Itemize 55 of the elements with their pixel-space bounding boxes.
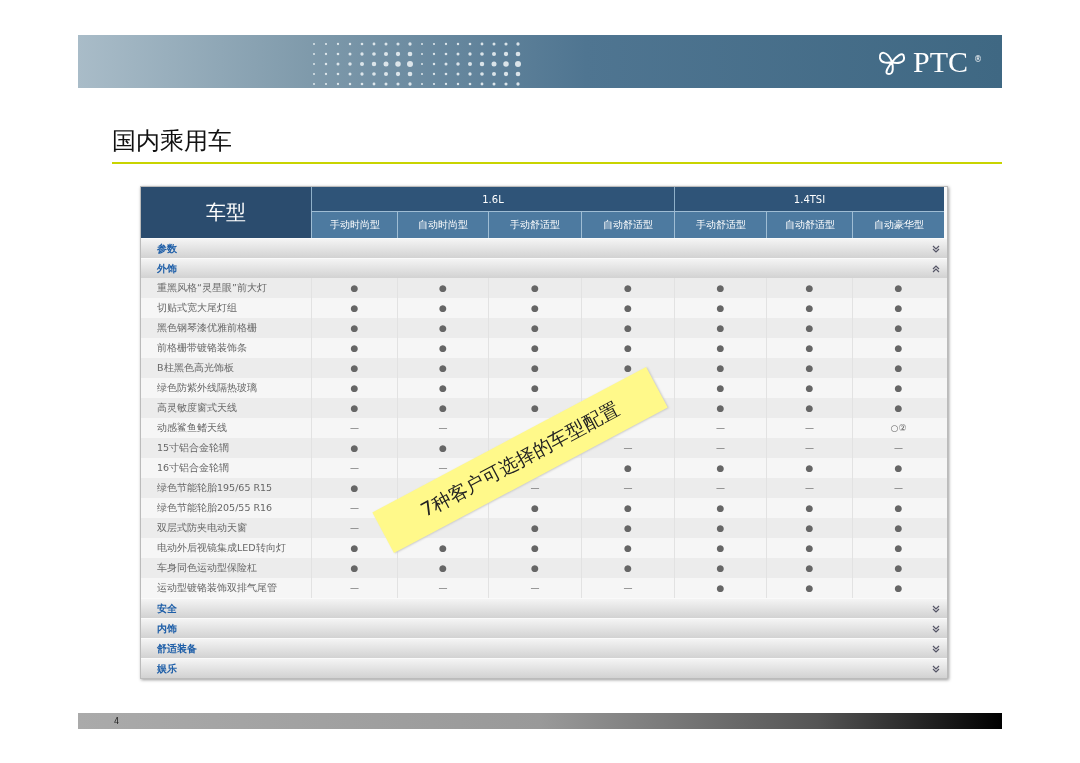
expand-icon[interactable] <box>931 643 941 654</box>
section-bar[interactable]: 安全 <box>141 599 947 618</box>
feature-label: 前格栅带镀铬装饰条 <box>156 340 248 355</box>
feature-label: B柱黑色高光饰板 <box>156 360 235 375</box>
section-title: 娱乐 <box>157 661 177 676</box>
feature-label: 电动外后视镜集成LED转向灯 <box>156 540 287 555</box>
feature-label: 绿色防紫外线隔热玻璃 <box>156 380 258 395</box>
table-cell: — <box>311 578 397 598</box>
table-cell: ● <box>766 578 852 598</box>
column-group-header: 1.4TSI <box>674 187 944 211</box>
section-bar[interactable]: 舒适装备 <box>141 639 947 658</box>
registered-mark: ® <box>974 54 982 64</box>
column-header: 自动豪华型 <box>852 211 944 238</box>
section-bar[interactable]: 外饰 <box>141 259 947 278</box>
expand-icon[interactable] <box>931 623 941 634</box>
section-title: 安全 <box>157 601 177 616</box>
feature-label: 动感鲨鱼鳍天线 <box>156 420 228 435</box>
column-header: 自动时尚型 <box>397 211 488 238</box>
feature-label: 双层式防夹电动天窗 <box>156 520 248 535</box>
feature-label: 绿色节能轮胎205/55 R16 <box>156 500 274 515</box>
corner-header: 车型 <box>141 187 311 238</box>
section-bar[interactable]: 娱乐 <box>141 659 947 678</box>
column-header: 手动舒适型 <box>488 211 581 238</box>
expand-icon[interactable] <box>931 663 941 674</box>
feature-label: 运动型镀铬装饰双排气尾管 <box>156 580 278 595</box>
section-title: 外饰 <box>157 261 177 276</box>
collapse-icon[interactable] <box>931 263 941 274</box>
expand-icon[interactable] <box>931 243 941 254</box>
column-group-header: 1.6L <box>311 187 674 211</box>
section-title: 内饰 <box>157 621 177 636</box>
column-header: 手动舒适型 <box>674 211 766 238</box>
feature-label: 切贴式宽大尾灯组 <box>156 300 238 315</box>
column-header: 自动舒适型 <box>766 211 852 238</box>
section-bar[interactable]: 内饰 <box>141 619 947 638</box>
section-bar[interactable]: 参数 <box>141 239 947 258</box>
section-title: 舒适装备 <box>157 641 197 656</box>
feature-label: 重黑风格“灵星眼”前大灯 <box>156 280 268 295</box>
expand-icon[interactable] <box>931 603 941 614</box>
column-header: 手动时尚型 <box>311 211 397 238</box>
table-cell: ● <box>852 578 944 598</box>
page-number: 4 <box>114 716 120 726</box>
table-cell: — <box>581 578 674 598</box>
logo-text: PTC <box>912 44 968 79</box>
table-cell: ● <box>674 578 766 598</box>
slide-title: 国内乘用车 <box>112 126 232 156</box>
feature-label: 绿色节能轮胎195/65 R15 <box>156 480 274 495</box>
feature-label: 高灵敏度窗式天线 <box>156 400 238 415</box>
column-header: 自动舒适型 <box>581 211 674 238</box>
feature-label: 16寸铝合金轮辋 <box>156 460 231 475</box>
table-cell: — <box>488 578 581 598</box>
feature-label: 15寸铝合金轮辋 <box>156 440 231 455</box>
feature-label: 车身同色运动型保险杠 <box>156 560 258 575</box>
section-title: 参数 <box>157 241 177 256</box>
feature-label: 黑色钢琴漆优雅前格栅 <box>156 320 258 335</box>
table-cell: — <box>397 578 488 598</box>
